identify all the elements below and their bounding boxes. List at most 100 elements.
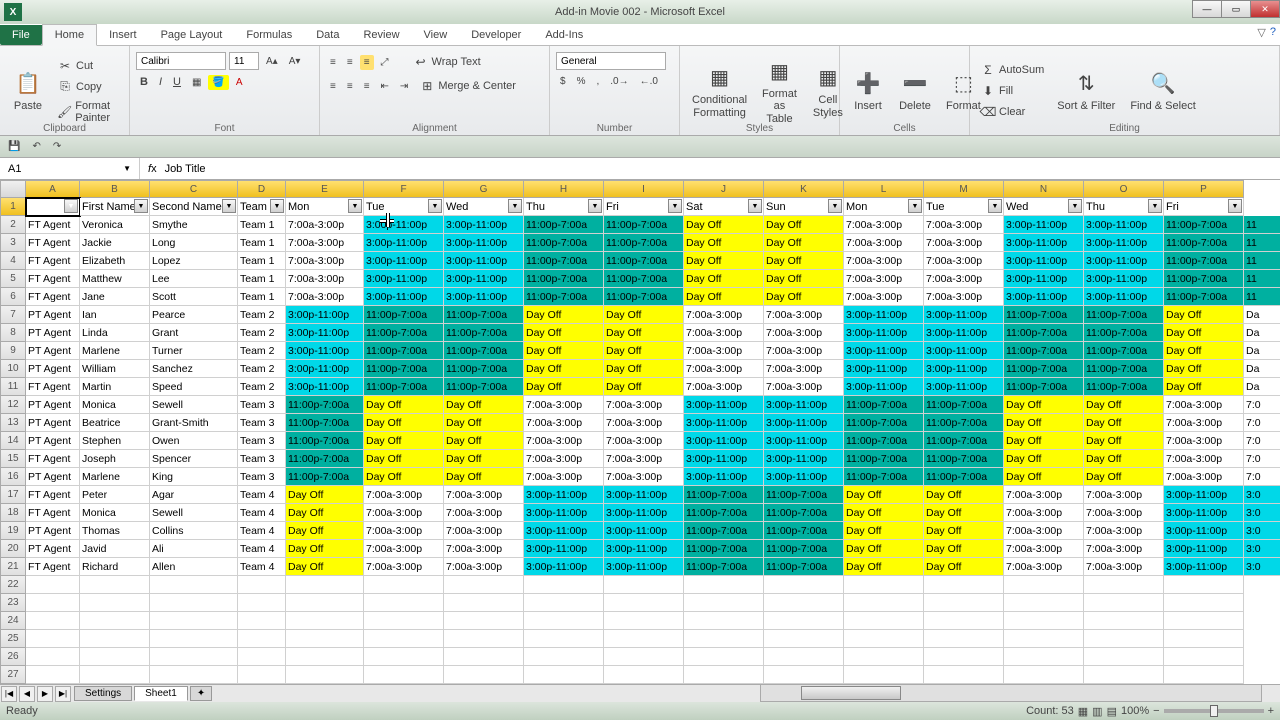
data-cell[interactable]: Day Off: [1164, 306, 1244, 324]
data-cell[interactable]: Day Off: [1004, 468, 1084, 486]
underline-button[interactable]: U: [169, 74, 185, 90]
bold-button[interactable]: B: [136, 74, 152, 90]
data-cell[interactable]: 11:00p-7:00a: [286, 396, 364, 414]
data-cell[interactable]: 3:00p-11:00p: [1004, 216, 1084, 234]
data-cell[interactable]: 7:00a-3:00p: [924, 270, 1004, 288]
spreadsheet-grid[interactable]: ABCDEFGHIJKLMNOP 12345678910111213141516…: [0, 180, 1280, 685]
number-format-combo[interactable]: General: [556, 52, 666, 70]
data-cell[interactable]: 7:00a-3:00p: [764, 342, 844, 360]
data-cell[interactable]: [1004, 576, 1084, 594]
data-cell[interactable]: 7:00a-3:00p: [844, 288, 924, 306]
data-cell[interactable]: 11:00p-7:00a: [1084, 360, 1164, 378]
merge-center-button[interactable]: ⊞Merge & Center: [415, 76, 520, 96]
data-cell[interactable]: Day Off: [1164, 360, 1244, 378]
data-cell[interactable]: [1164, 612, 1244, 630]
data-cell[interactable]: Team 3: [238, 432, 286, 450]
data-cell[interactable]: PT Agent: [26, 306, 80, 324]
data-cell[interactable]: 3:00p-11:00p: [286, 360, 364, 378]
data-cell[interactable]: 3:00p-11:00p: [604, 558, 684, 576]
data-cell[interactable]: Long: [150, 234, 238, 252]
data-cell[interactable]: 3:00p-11:00p: [1004, 234, 1084, 252]
data-cell[interactable]: Day Off: [1084, 396, 1164, 414]
data-cell[interactable]: Joseph: [80, 450, 150, 468]
data-cell[interactable]: [364, 594, 444, 612]
data-cell[interactable]: 7:0: [1244, 450, 1280, 468]
help-icon[interactable]: ?: [1270, 26, 1276, 39]
data-cell[interactable]: Matthew: [80, 270, 150, 288]
data-cell[interactable]: 3:00p-11:00p: [604, 522, 684, 540]
data-cell[interactable]: Day Off: [1004, 396, 1084, 414]
data-cell[interactable]: 7:00a-3:00p: [444, 486, 524, 504]
data-cell[interactable]: [604, 612, 684, 630]
data-cell[interactable]: 7:00a-3:00p: [1084, 522, 1164, 540]
data-cell[interactable]: Day Off: [364, 414, 444, 432]
data-cell[interactable]: [238, 630, 286, 648]
data-cell[interactable]: Smythe: [150, 216, 238, 234]
data-cell[interactable]: Day Off: [524, 324, 604, 342]
data-cell[interactable]: [684, 576, 764, 594]
data-cell[interactable]: 7:00a-3:00p: [764, 306, 844, 324]
data-cell[interactable]: [80, 594, 150, 612]
column-header[interactable]: B: [80, 180, 150, 198]
data-cell[interactable]: FT Agent: [26, 378, 80, 396]
data-cell[interactable]: 7:00a-3:00p: [1164, 414, 1244, 432]
data-cell[interactable]: Day Off: [764, 234, 844, 252]
data-cell[interactable]: 3:0: [1244, 558, 1280, 576]
data-cell[interactable]: 11:00p-7:00a: [364, 378, 444, 396]
data-cell[interactable]: FT Agent: [26, 486, 80, 504]
data-cell[interactable]: [286, 612, 364, 630]
header-cell[interactable]: Job Title▼: [26, 198, 80, 216]
data-cell[interactable]: [524, 612, 604, 630]
filter-dropdown-icon[interactable]: ▼: [588, 199, 602, 213]
data-cell[interactable]: [524, 594, 604, 612]
data-cell[interactable]: Day Off: [924, 486, 1004, 504]
data-cell[interactable]: [924, 612, 1004, 630]
data-cell[interactable]: 11:00p-7:00a: [604, 252, 684, 270]
row-header[interactable]: 4: [0, 252, 26, 270]
data-cell[interactable]: [604, 576, 684, 594]
data-cell[interactable]: [238, 594, 286, 612]
data-cell[interactable]: [524, 666, 604, 684]
column-header[interactable]: C: [150, 180, 238, 198]
data-cell[interactable]: 7:00a-3:00p: [286, 234, 364, 252]
undo-icon[interactable]: ↶: [28, 139, 44, 154]
data-cell[interactable]: 7:00a-3:00p: [1164, 432, 1244, 450]
data-cell[interactable]: 3:00p-11:00p: [604, 540, 684, 558]
data-cell[interactable]: 7:00a-3:00p: [924, 216, 1004, 234]
data-cell[interactable]: [684, 666, 764, 684]
data-cell[interactable]: 3:00p-11:00p: [1164, 540, 1244, 558]
column-header[interactable]: A: [26, 180, 80, 198]
data-cell[interactable]: 3:00p-11:00p: [1084, 288, 1164, 306]
data-cell[interactable]: 7:00a-3:00p: [1004, 558, 1084, 576]
data-cell[interactable]: 7:00a-3:00p: [524, 450, 604, 468]
data-cell[interactable]: Team 2: [238, 378, 286, 396]
data-cell[interactable]: [924, 576, 1004, 594]
data-cell[interactable]: [1084, 576, 1164, 594]
data-cell[interactable]: [444, 612, 524, 630]
data-cell[interactable]: 3:00p-11:00p: [764, 414, 844, 432]
data-cell[interactable]: Lee: [150, 270, 238, 288]
data-cell[interactable]: Team 3: [238, 396, 286, 414]
data-cell[interactable]: [80, 648, 150, 666]
column-header[interactable]: H: [524, 180, 604, 198]
data-cell[interactable]: [444, 576, 524, 594]
ribbon-tab-page-layout[interactable]: Page Layout: [149, 25, 235, 45]
data-cell[interactable]: 11:00p-7:00a: [764, 540, 844, 558]
data-cell[interactable]: 7:00a-3:00p: [364, 540, 444, 558]
data-cell[interactable]: Monica: [80, 504, 150, 522]
data-cell[interactable]: Day Off: [286, 558, 364, 576]
indent-dec-button[interactable]: ⇤: [377, 79, 393, 94]
data-cell[interactable]: 7:00a-3:00p: [684, 360, 764, 378]
data-cell[interactable]: 7:00a-3:00p: [444, 522, 524, 540]
data-cell[interactable]: Team 1: [238, 234, 286, 252]
data-cell[interactable]: 11:00p-7:00a: [524, 270, 604, 288]
data-cell[interactable]: Speed: [150, 378, 238, 396]
data-cell[interactable]: PT Agent: [26, 432, 80, 450]
comma-button[interactable]: ,: [592, 74, 603, 89]
data-cell[interactable]: 3:00p-11:00p: [924, 342, 1004, 360]
data-cell[interactable]: 11:00p-7:00a: [444, 306, 524, 324]
align-mid-button[interactable]: ≡: [343, 55, 357, 70]
header-cell[interactable]: Thu▼: [524, 198, 604, 216]
data-cell[interactable]: 3:00p-11:00p: [924, 360, 1004, 378]
filter-dropdown-icon[interactable]: ▼: [828, 199, 842, 213]
